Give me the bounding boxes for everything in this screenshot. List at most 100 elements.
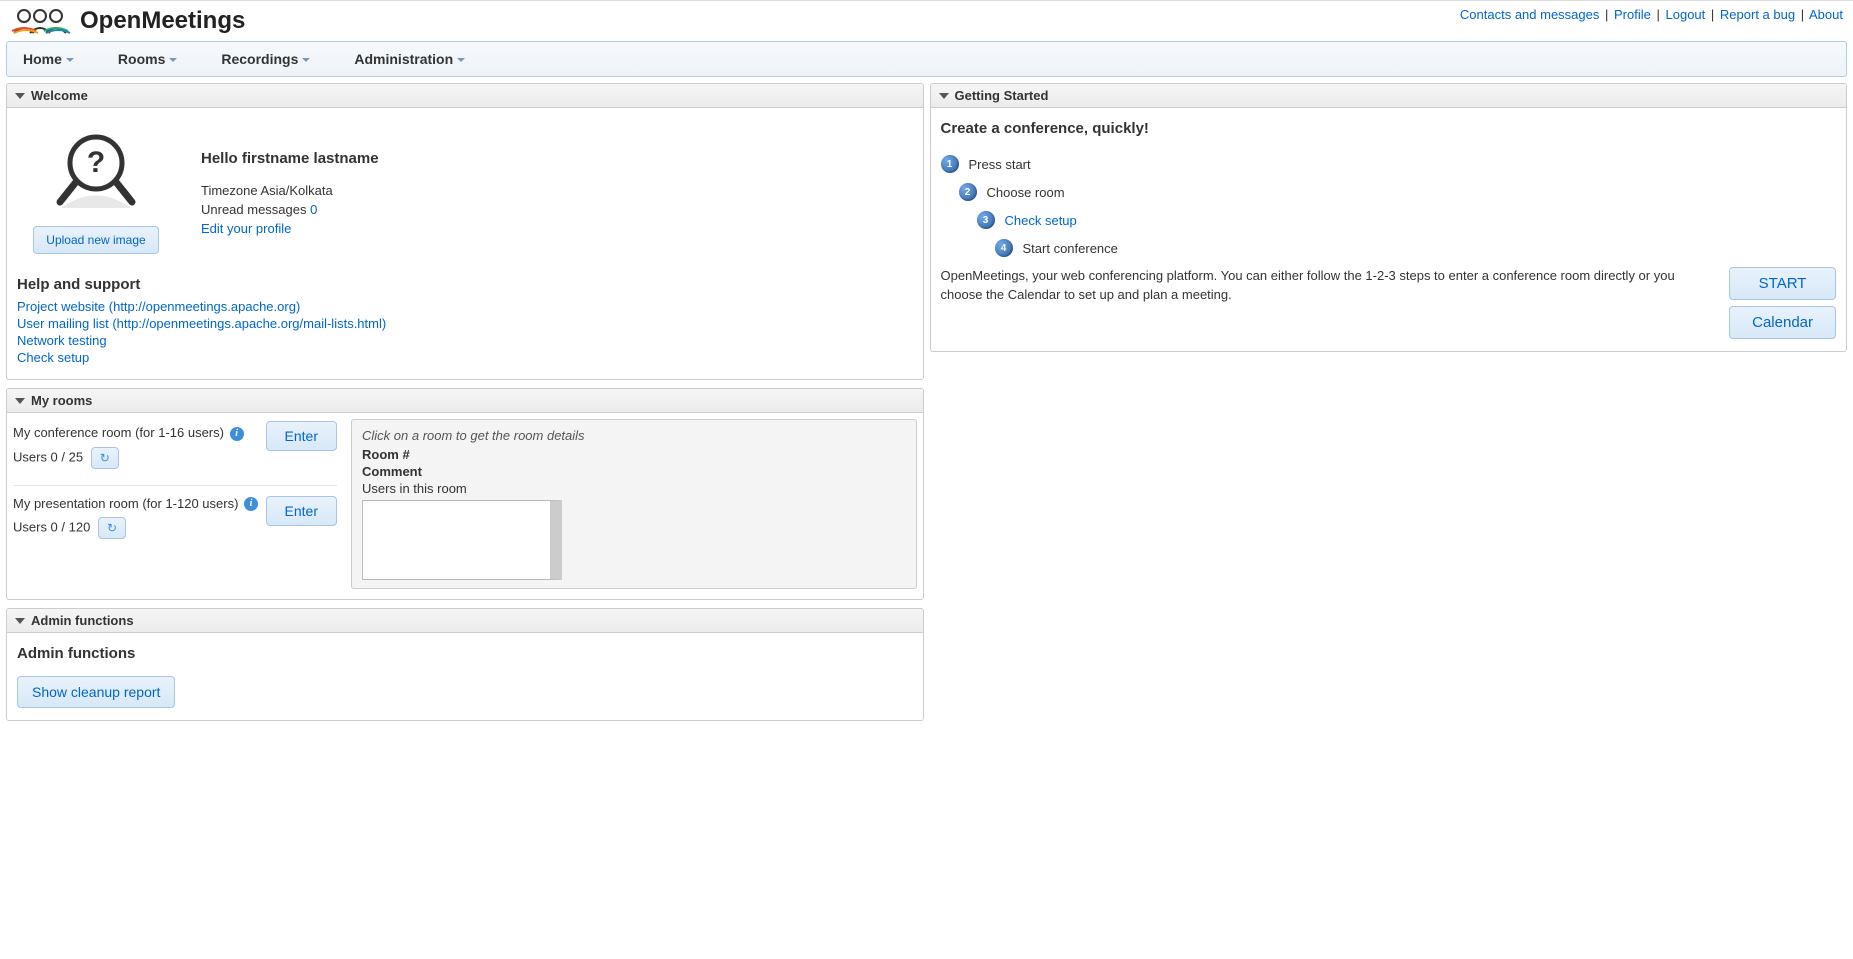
separator: | — [1605, 7, 1608, 22]
room-users-count: Users 0 / 120 — [13, 520, 90, 535]
room-users-listbox[interactable] — [362, 500, 562, 580]
link-check-setup[interactable]: Check setup — [17, 350, 89, 365]
separator: | — [1711, 7, 1714, 22]
panel-admin-functions: Admin functions Admin functions Show cle… — [6, 608, 924, 721]
rooms-row: My conference room (for 1-16 users) i En… — [7, 413, 923, 599]
panel-header-getting-started[interactable]: Getting Started — [931, 84, 1847, 108]
link-mailing-list[interactable]: User mailing list (http://openmeetings.a… — [17, 316, 386, 331]
link-report-bug[interactable]: Report a bug — [1720, 7, 1795, 22]
main: Welcome ? Uplo — [0, 83, 1853, 739]
link-network-testing[interactable]: Network testing — [17, 333, 107, 348]
navbar: Home Rooms Recordings Administration — [6, 41, 1847, 77]
room-details-hint: Click on a room to get the room details — [362, 428, 906, 443]
link-profile[interactable]: Profile — [1614, 7, 1651, 22]
step-number-icon: 2 — [959, 183, 977, 201]
getting-started-description: OpenMeetings, your web conferencing plat… — [941, 267, 1716, 305]
hello-column: Hello firstname lastname Timezone Asia/K… — [201, 128, 379, 240]
collapse-toggle-icon — [15, 398, 25, 404]
refresh-button[interactable]: ↻ — [91, 447, 119, 469]
step-label: Choose room — [987, 185, 1065, 200]
topbar: OpenMeetings Contacts and messages | Pro… — [0, 0, 1853, 37]
nav-label: Rooms — [118, 51, 165, 67]
panel-body-welcome: ? Upload new image Hello firstname lastn… — [7, 108, 923, 379]
step-4: 4 Start conference — [995, 239, 1837, 257]
avatar-column: ? Upload new image — [21, 128, 171, 254]
brand-title: OpenMeetings — [80, 7, 245, 35]
step-label: Press start — [969, 157, 1031, 172]
rooms-list: My conference room (for 1-16 users) i En… — [13, 419, 337, 551]
help-links: Project website (http://openmeetings.apa… — [17, 299, 913, 365]
timezone-text: Timezone Asia/Kolkata — [201, 183, 379, 198]
nav-label: Recordings — [221, 51, 298, 67]
nav-item-rooms[interactable]: Rooms — [102, 42, 205, 76]
step-number-icon: 3 — [977, 211, 995, 229]
panel-title: My rooms — [31, 393, 92, 408]
link-project-website[interactable]: Project website (http://openmeetings.apa… — [17, 299, 300, 314]
brand: OpenMeetings — [6, 7, 245, 35]
link-about[interactable]: About — [1809, 7, 1843, 22]
step-2: 2 Choose room — [959, 183, 1837, 201]
nav-list: Home Rooms Recordings Administration — [7, 42, 1846, 76]
admin-heading: Admin functions — [17, 645, 913, 662]
room-item: My conference room (for 1-16 users) i En… — [13, 419, 337, 481]
collapse-toggle-icon — [15, 93, 25, 99]
info-icon[interactable]: i — [244, 497, 258, 511]
panel-header-welcome[interactable]: Welcome — [7, 84, 923, 108]
panel-title: Admin functions — [31, 613, 134, 628]
step-3: 3 Check setup — [977, 211, 1837, 229]
chevron-down-icon — [457, 58, 465, 62]
panel-body-admin: Admin functions Show cleanup report — [7, 633, 923, 720]
panel-header-admin[interactable]: Admin functions — [7, 609, 923, 633]
step-number-icon: 4 — [995, 239, 1013, 257]
nav-item-home[interactable]: Home — [7, 42, 102, 76]
enter-room-button[interactable]: Enter — [266, 496, 337, 526]
room-details: Click on a room to get the room details … — [351, 419, 917, 589]
info-icon[interactable]: i — [230, 427, 244, 441]
start-button[interactable]: START — [1729, 267, 1836, 300]
col-right: Getting Started Create a conference, qui… — [930, 83, 1848, 729]
panel-header-my-rooms[interactable]: My rooms — [7, 389, 923, 413]
brand-logo-icon — [6, 7, 76, 35]
panel-my-rooms: My rooms My conference room (for 1-16 us… — [6, 388, 924, 600]
help-heading: Help and support — [17, 276, 913, 293]
room-name: My conference room (for 1-16 users) — [13, 425, 224, 440]
step-label: Start conference — [1023, 241, 1118, 256]
getting-started-heading: Create a conference, quickly! — [941, 120, 1837, 137]
link-logout[interactable]: Logout — [1666, 7, 1706, 22]
nav-label: Home — [23, 51, 62, 67]
col-left: Welcome ? Uplo — [6, 83, 924, 729]
top-links: Contacts and messages | Profile | Logout… — [1460, 7, 1843, 22]
svg-text:?: ? — [87, 146, 105, 179]
chevron-down-icon — [66, 58, 74, 62]
collapse-toggle-icon — [15, 618, 25, 624]
refresh-button[interactable]: ↻ — [98, 517, 126, 539]
step-link-check-setup[interactable]: Check setup — [1005, 213, 1077, 228]
calendar-button[interactable]: Calendar — [1729, 306, 1836, 339]
link-contacts-messages[interactable]: Contacts and messages — [1460, 7, 1599, 22]
panel-title: Welcome — [31, 88, 88, 103]
chevron-down-icon — [302, 58, 310, 62]
enter-room-button[interactable]: Enter — [266, 421, 337, 451]
room-number-label: Room # — [362, 447, 906, 462]
unread-label: Unread messages — [201, 202, 310, 217]
edit-profile-link[interactable]: Edit your profile — [201, 221, 291, 236]
unread-count-link[interactable]: 0 — [310, 202, 317, 217]
step-number-icon: 1 — [941, 155, 959, 173]
room-users-count: Users 0 / 25 — [13, 449, 83, 464]
room-users-label: Users in this room — [362, 481, 906, 496]
nav-item-recordings[interactable]: Recordings — [205, 42, 338, 76]
show-cleanup-report-button[interactable]: Show cleanup report — [17, 676, 175, 708]
panel-title: Getting Started — [955, 88, 1049, 103]
separator: | — [1657, 7, 1660, 22]
separator: | — [1801, 7, 1804, 22]
panel-welcome: Welcome ? Uplo — [6, 83, 924, 380]
room-item: My presentation room (for 1-120 users) i… — [13, 485, 337, 552]
room-comment-label: Comment — [362, 464, 906, 479]
unread-messages-line: Unread messages 0 — [201, 202, 379, 217]
upload-image-button[interactable]: Upload new image — [33, 226, 158, 254]
collapse-toggle-icon — [939, 93, 949, 99]
getting-started-footer: OpenMeetings, your web conferencing plat… — [941, 267, 1837, 339]
nav-label: Administration — [354, 51, 453, 67]
nav-item-administration[interactable]: Administration — [338, 42, 493, 76]
step-1: 1 Press start — [941, 155, 1837, 173]
